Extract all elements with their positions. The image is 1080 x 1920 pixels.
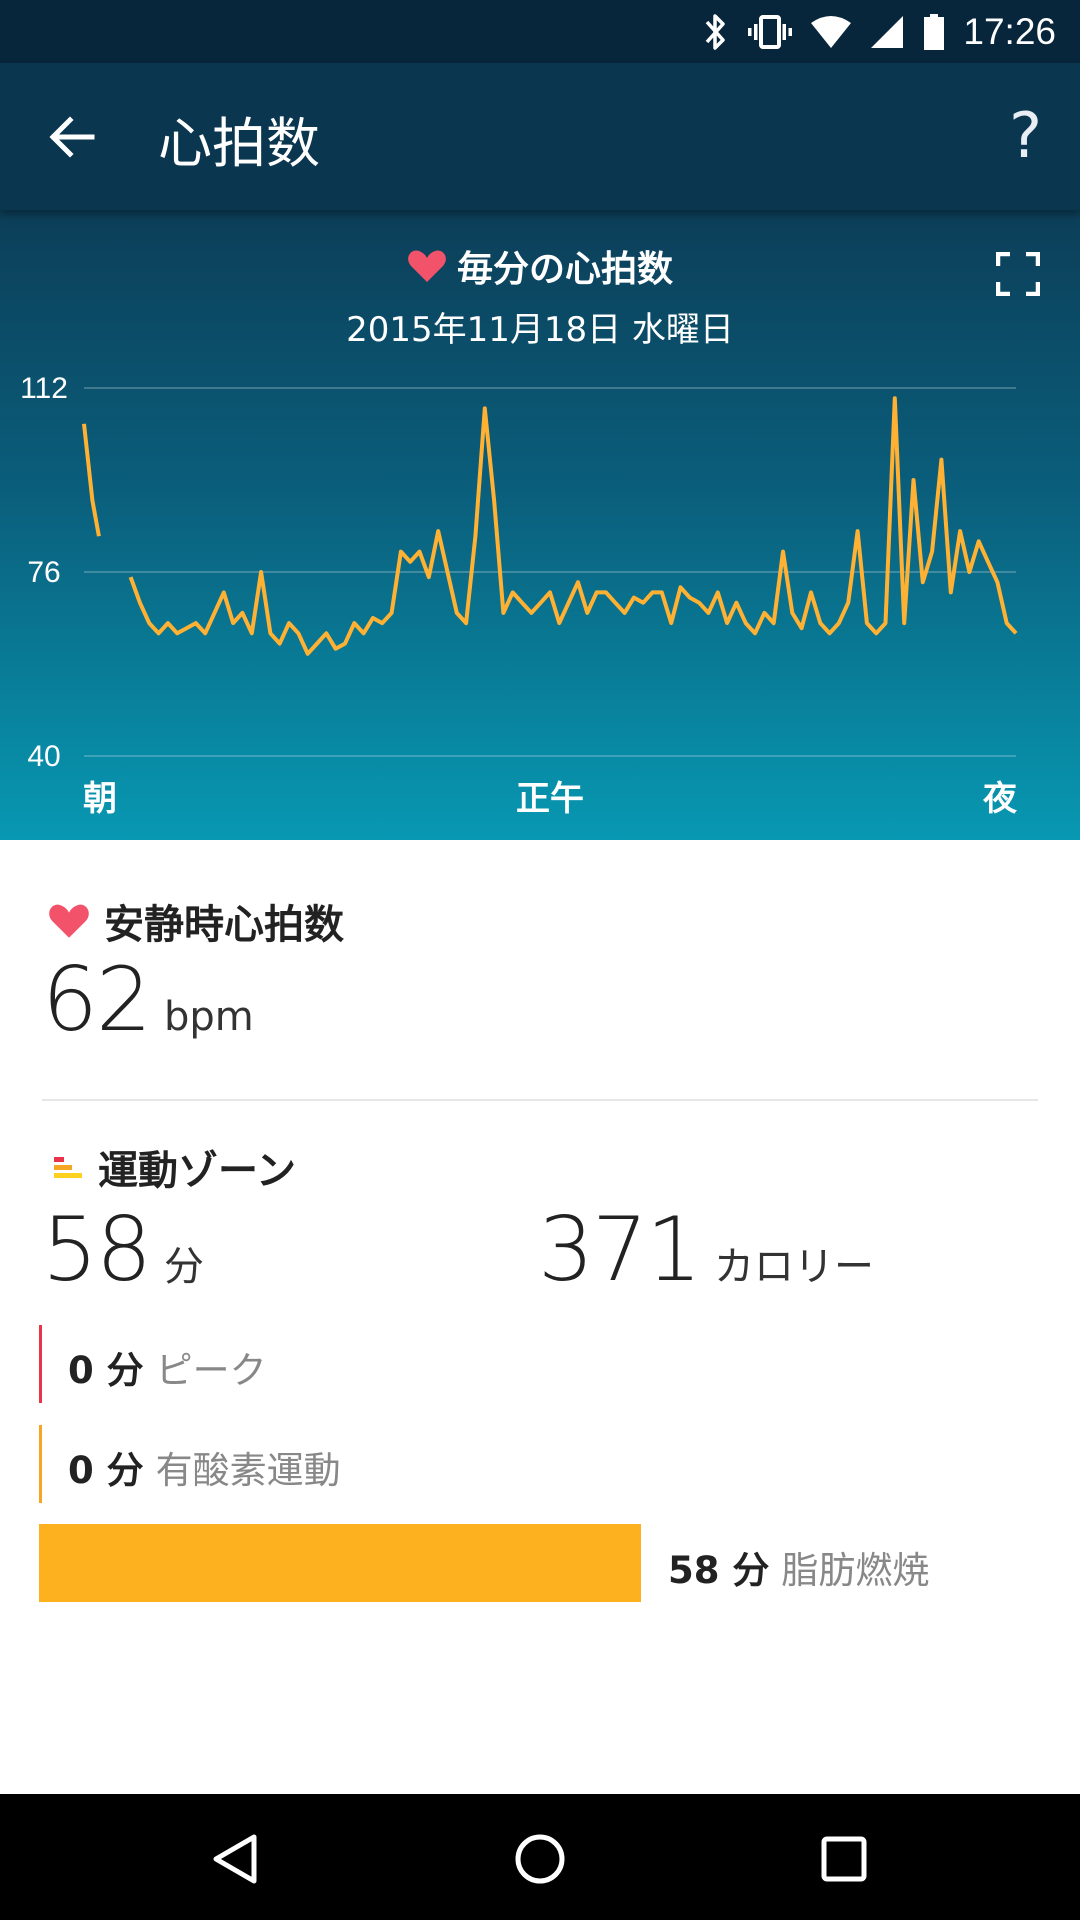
resting-heading: 安静時心拍数 [104, 902, 344, 948]
nav-recent-button[interactable] [812, 1827, 876, 1891]
triangle-back-icon [213, 1834, 257, 1884]
zone-minutes-unit: 分 [163, 1244, 204, 1290]
x-tick-label: 正午 [516, 779, 584, 819]
back-button[interactable] [40, 105, 104, 169]
heart-rate-chart: 112 76 40 朝 正午 夜 毎分の心拍数 2015年11月18日 水曜日 [0, 210, 1080, 840]
fat-burn-zone-row: 58 分 脂肪燃焼 [668, 1540, 929, 1594]
heart-icon [49, 904, 89, 938]
cardio-zone-bar [39, 1425, 42, 1503]
heart-rate-series-line [82, 423, 101, 537]
y-tick-label: 112 [20, 372, 68, 405]
fat-burn-zone-bar [39, 1524, 641, 1602]
cardio-zone-label: 有酸素運動 [155, 1449, 341, 1492]
fat-burn-zone-value: 58 分 [668, 1549, 770, 1592]
zone-minutes-value: 58 [42, 1198, 152, 1301]
resting-unit: bpm [163, 994, 254, 1040]
peak-zone-row: 0 分 ピーク [68, 1340, 267, 1394]
status-bar: 17:26 [0, 0, 1080, 63]
battery-icon [924, 13, 945, 50]
x-tick-label: 夜 [982, 779, 1018, 819]
page-title: 心拍数 [158, 112, 320, 175]
zone-calories-unit: カロリー [713, 1244, 874, 1290]
resting-value: 62 [42, 948, 152, 1051]
navigation-bar [0, 1794, 1080, 1920]
fat-burn-zone-label: 脂肪燃焼 [781, 1549, 930, 1592]
peak-zone-bar [39, 1325, 42, 1403]
chart-date: 2015年11月18日 水曜日 [346, 310, 734, 350]
arrow-left-icon [49, 116, 95, 158]
status-time: 17:26 [963, 10, 1056, 52]
section-divider [42, 1099, 1038, 1101]
x-tick-label: 朝 [83, 779, 117, 819]
chart-title: 毎分の心拍数 [456, 249, 673, 290]
circle-home-icon [515, 1834, 565, 1884]
signal-icon [871, 15, 904, 48]
nav-home-button[interactable] [508, 1827, 572, 1891]
peak-zone-value: 0 分 [68, 1349, 144, 1392]
zone-bars-icon [54, 1157, 82, 1178]
cardio-zone-value: 0 分 [68, 1449, 144, 1492]
vibrate-icon [748, 14, 793, 49]
zone-calories-value: 371 [538, 1198, 702, 1301]
heart-icon [408, 250, 446, 282]
square-recent-icon [821, 1836, 867, 1882]
help-button[interactable]: ? [1009, 99, 1042, 172]
heart-rate-series-line [128, 396, 1018, 656]
nav-back-button[interactable] [204, 1827, 268, 1891]
peak-zone-label: ピーク [155, 1349, 267, 1392]
bluetooth-icon [706, 13, 726, 50]
wifi-icon [811, 15, 852, 48]
app-bar: 心拍数 ? [0, 63, 1080, 210]
y-tick-label: 76 [27, 556, 60, 589]
fullscreen-button[interactable] [995, 251, 1041, 297]
fullscreen-icon [995, 251, 1041, 297]
y-tick-label: 40 [27, 740, 60, 773]
cardio-zone-row: 0 分 有酸素運動 [68, 1440, 341, 1494]
zones-heading: 運動ゾーン [98, 1148, 296, 1194]
